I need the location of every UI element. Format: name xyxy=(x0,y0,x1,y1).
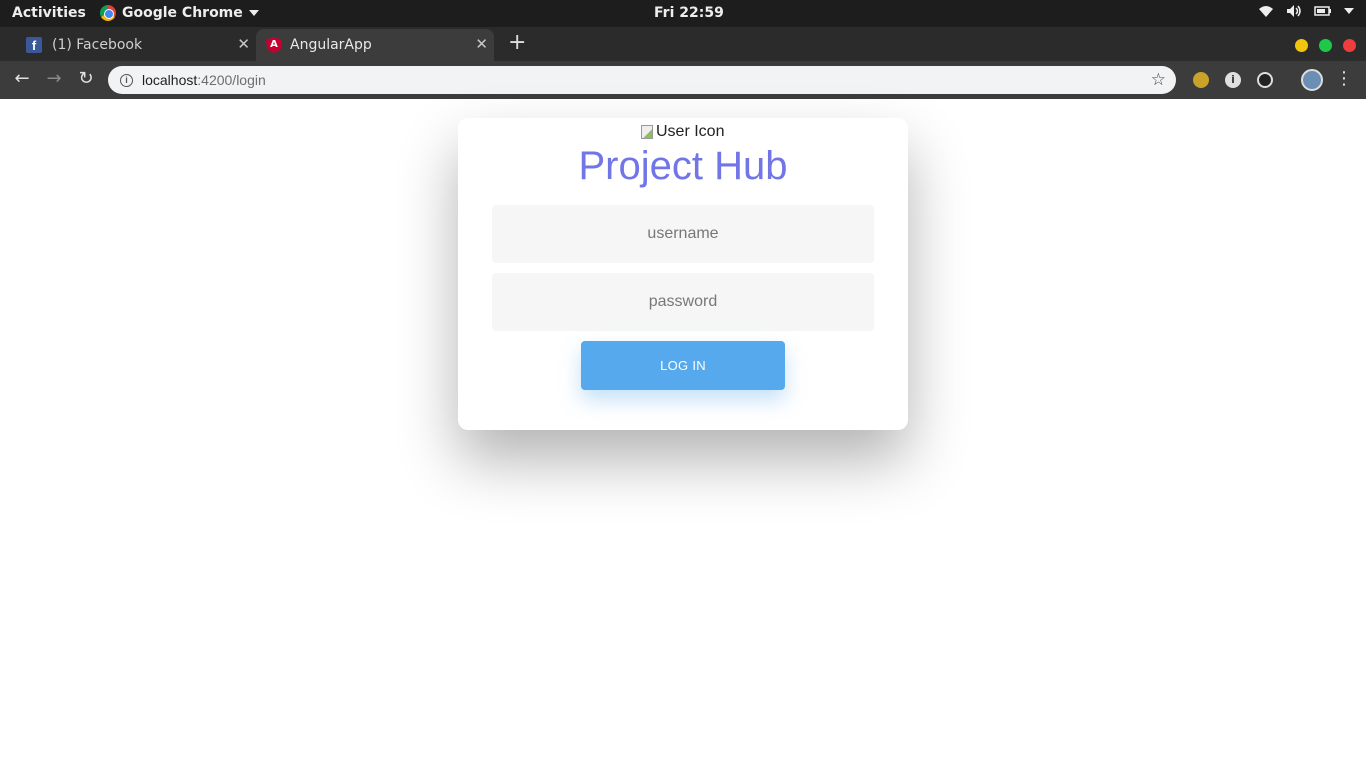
app-menu-label: Google Chrome xyxy=(122,5,243,21)
login-card: User Icon Project Hub LOG IN xyxy=(458,118,908,430)
url-host: localhost xyxy=(142,72,198,88)
battery-icon xyxy=(1314,6,1331,16)
forward-button[interactable]: → xyxy=(43,69,65,89)
angular-icon: A xyxy=(266,37,282,53)
minimize-window-button[interactable] xyxy=(1295,39,1308,52)
tab-strip: f (1) Facebook ✕ A AngularApp ✕ + xyxy=(0,27,1366,61)
tab-title: (1) Facebook xyxy=(52,37,143,53)
bookmark-star-icon[interactable]: ☆ xyxy=(1151,70,1166,90)
url-path: :4200/login xyxy=(197,72,266,88)
close-window-button[interactable] xyxy=(1343,39,1356,52)
broken-image-icon xyxy=(641,125,653,139)
chevron-down-icon xyxy=(248,10,259,16)
tab-title: AngularApp xyxy=(290,37,372,53)
volume-icon xyxy=(1287,5,1301,17)
user-icon: User Icon xyxy=(641,122,741,142)
close-tab-icon[interactable]: ✕ xyxy=(475,35,488,53)
system-top-bar: Activities Google Chrome Fri 22:59 xyxy=(0,0,1366,27)
close-tab-icon[interactable]: ✕ xyxy=(237,35,250,53)
system-tray[interactable] xyxy=(1258,4,1354,18)
back-button[interactable]: ← xyxy=(11,69,33,89)
clock[interactable]: Fri 22:59 xyxy=(654,5,724,21)
site-info-icon[interactable]: i xyxy=(120,73,133,87)
new-tab-button[interactable]: + xyxy=(508,32,526,54)
login-button[interactable]: LOG IN xyxy=(581,341,785,390)
chrome-icon xyxy=(100,5,116,21)
menu-icon[interactable]: ⋮ xyxy=(1333,69,1355,89)
page-title: Project Hub xyxy=(578,144,788,188)
address-bar[interactable]: i localhost:4200/login ☆ xyxy=(108,66,1176,94)
tab-angularapp[interactable]: A AngularApp ✕ xyxy=(256,29,494,61)
activities-button[interactable]: Activities xyxy=(12,5,86,21)
facebook-icon: f xyxy=(26,37,42,53)
maximize-window-button[interactable] xyxy=(1319,39,1332,52)
profile-avatar[interactable] xyxy=(1301,69,1323,91)
user-icon-alt-text: User Icon xyxy=(656,123,725,140)
wifi-icon xyxy=(1259,6,1273,17)
info-extension-icon[interactable]: i xyxy=(1225,72,1241,88)
reload-button[interactable]: ↻ xyxy=(75,69,97,89)
tray-menu-chevron-icon xyxy=(1344,8,1354,14)
extension-icon[interactable] xyxy=(1193,72,1209,88)
tab-facebook[interactable]: f (1) Facebook ✕ xyxy=(26,29,256,61)
password-input[interactable] xyxy=(492,273,874,331)
username-input[interactable] xyxy=(492,205,874,263)
extension-icon[interactable] xyxy=(1257,72,1273,88)
browser-toolbar: ← → ↻ i localhost:4200/login ☆ i ⋮ xyxy=(0,61,1366,99)
app-menu[interactable]: Google Chrome xyxy=(100,5,259,21)
